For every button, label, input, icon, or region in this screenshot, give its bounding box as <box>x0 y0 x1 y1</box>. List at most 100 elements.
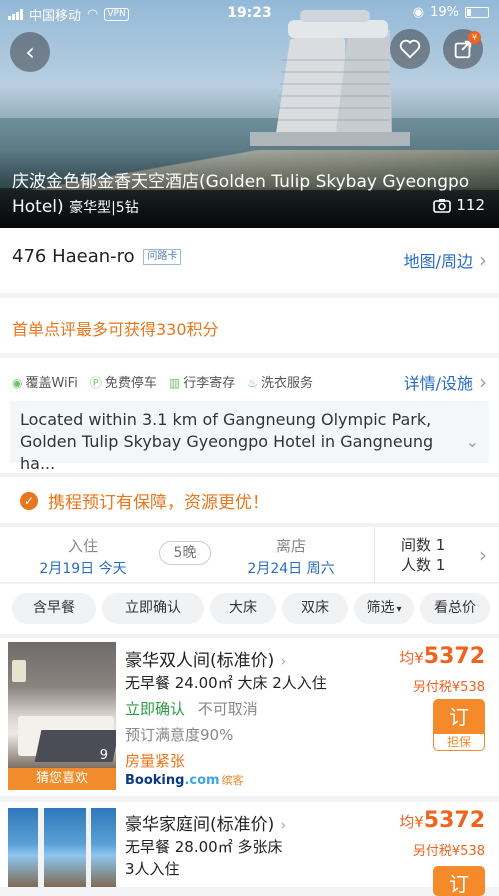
room-detail: 无早餐 28.00㎡ 多张床 <box>125 838 283 856</box>
provider-cn: 缤客 <box>221 774 244 787</box>
hotel-name: 庆波金色郁金香天空酒店(Golden Tulip Skybay Gyeongpo… <box>12 170 482 221</box>
facility-list: ◉ 覆盖WiFi Ⓟ 免费停车 ▥ 行李寄存 ♨ 洗衣服务 <box>12 372 313 391</box>
satisfaction-rate: 预订满意度90% <box>125 726 234 744</box>
price-value: 5372 <box>423 644 485 669</box>
provider-name: Booking <box>125 773 185 788</box>
lamp-shape <box>12 660 26 682</box>
room-name-text: 豪华家庭间(标准价) <box>125 815 275 835</box>
camera-icon <box>433 198 452 213</box>
filter-total-price[interactable]: 看总价 <box>420 593 490 624</box>
recommend-badge: 猜您喜欢 <box>8 768 116 790</box>
filter-breakfast[interactable]: 含早餐 <box>12 593 96 624</box>
window-frame <box>86 808 91 887</box>
nights-count: 5晚 <box>159 541 211 565</box>
room-name[interactable]: 豪华家庭间(标准价) › <box>125 810 286 835</box>
room-name-text: 豪华双人间(标准价) <box>125 651 275 671</box>
guests-count: 人数 1 <box>401 556 446 574</box>
battery-icon <box>465 7 489 18</box>
room-card[interactable]: 豪华家庭间(标准价) › 无早餐 28.00㎡ 多张床 3人入住 均¥5372 另… <box>0 802 499 896</box>
book-label: 订 <box>449 872 469 896</box>
book-label: 订 <box>449 705 469 729</box>
room-price: 均¥5372 <box>399 644 485 669</box>
description-line-2-row: Golden Tulip Skybay Gyeongpo Hotel in Ga… <box>20 431 479 475</box>
rooms-guests-text: 间数 1 人数 1 <box>401 535 445 575</box>
map-link-label: 地图/周边 <box>403 252 473 271</box>
review-promo[interactable]: 首单点评最多可获得330积分 <box>0 298 499 353</box>
checkout-label: 离店 <box>275 537 306 555</box>
room-policy: 立即确认 不可取消 <box>125 698 258 719</box>
book-button[interactable]: 订 担保 <box>433 699 485 751</box>
room-detail: 无早餐 24.00㎡ 大床 2人入住 <box>125 674 327 692</box>
filter-big-bed[interactable]: 大床 <box>210 593 276 624</box>
photo-count[interactable]: 112 <box>433 196 485 214</box>
filter-instant-confirm[interactable]: 立即确认 <box>102 593 204 624</box>
cancel-policy: 不可取消 <box>197 700 258 718</box>
chevron-right-icon: › <box>479 248 487 272</box>
rooms-count: 间数 1 <box>401 536 446 554</box>
battery-percent: 19% <box>430 5 459 20</box>
laundry-icon: ♨ <box>247 376 258 390</box>
filter-twin-bed[interactable]: 双床 <box>282 593 348 624</box>
facility-wifi: ◉ 覆盖WiFi <box>12 376 78 391</box>
facility-parking: Ⓟ 免费停车 <box>89 376 157 391</box>
photo-count-value: 112 <box>456 196 485 214</box>
book-button[interactable]: 订 <box>433 866 485 896</box>
share-badge: ¥ <box>468 31 481 44</box>
checkin-value: 2月19日 今天 <box>39 561 127 577</box>
date-selector: 入住 2月19日 今天 5晚 离店 2月24日 周六 间数 1 人数 1 › <box>0 527 499 583</box>
checkin-date[interactable]: 入住 2月19日 今天 <box>28 535 138 578</box>
back-button[interactable]: ‹ <box>10 32 50 72</box>
price-prefix: 均¥ <box>399 813 424 831</box>
share-button[interactable]: ¥ <box>443 29 483 69</box>
room-photo[interactable] <box>8 808 116 887</box>
stock-warning: 房量紧张 <box>125 752 186 770</box>
chevron-right-icon: › <box>479 370 487 394</box>
checkout-value: 2月24日 周六 <box>247 561 335 577</box>
map-link[interactable]: 地图/周边 › <box>404 248 487 272</box>
guarantee-text: 携程预订有保障，资源更优！ <box>48 493 269 513</box>
guarantee-banner: ✓ 携程预订有保障，资源更优！ <box>0 477 499 523</box>
address: 476 Haean-ro 问路卡 <box>12 246 182 267</box>
check-circle-icon: ✓ <box>20 491 38 510</box>
instant-confirm-label: 立即确认 <box>125 700 186 718</box>
filter-more[interactable]: 筛选 ▾ <box>354 593 414 624</box>
chevron-down-icon: ⌄ <box>465 432 479 451</box>
promo-text: 首单点评最多可获得330积分 <box>12 320 219 339</box>
status-right: ◉ 19% <box>413 5 489 20</box>
facility-luggage: ▥ 行李寄存 <box>168 376 236 391</box>
guarantee-label: 担保 <box>434 734 484 750</box>
chevron-down-icon: ▾ <box>396 604 402 615</box>
room-photo[interactable]: 9 猜您喜欢 <box>8 642 116 790</box>
hotel-description[interactable]: Located within 3.1 km of Gangneung Olymp… <box>10 401 489 473</box>
direction-card-tag[interactable]: 问路卡 <box>143 249 182 265</box>
chevron-right-icon: › <box>280 816 287 834</box>
tax-note: 另付税¥538 <box>412 844 485 859</box>
checkout-date[interactable]: 离店 2月24日 周六 <box>236 535 346 578</box>
description-line-2: Golden Tulip Skybay Gyeongpo Hotel in Ga… <box>20 432 434 473</box>
details-link[interactable]: 详情/设施 › <box>404 370 487 394</box>
hotel-hero-image[interactable]: 中国移动 ◠ VPN 19:23 ◉ 19% ‹ ¥ 庆波金色郁金香天空酒店(G… <box>0 0 499 228</box>
filter-more-label: 筛选 <box>366 600 395 616</box>
facility-laundry: ♨ 洗衣服务 <box>247 376 313 391</box>
rotation-lock-icon: ◉ <box>412 5 425 20</box>
chevron-right-icon: › <box>479 543 487 567</box>
heart-icon <box>399 39 421 59</box>
wifi-icon: ◉ <box>12 376 23 390</box>
price-value: 5372 <box>423 808 485 833</box>
room-name[interactable]: 豪华双人间(标准价) › <box>125 646 286 671</box>
details-link-label: 详情/设施 <box>403 374 473 393</box>
window-frame <box>38 808 44 887</box>
provider-logo: Booking.com 缤客 <box>125 772 244 788</box>
rooms-guests-selector[interactable]: 间数 1 人数 1 › <box>374 527 499 583</box>
facilities-section: ◉ 覆盖WiFi Ⓟ 免费停车 ▥ 行李寄存 ♨ 洗衣服务 详情/设施 › Locate… <box>0 358 499 473</box>
address-row: 476 Haean-ro 问路卡 地图/周边 › <box>0 228 499 293</box>
room-card[interactable]: 9 猜您喜欢 豪华双人间(标准价) › 无早餐 24.00㎡ 大床 2人入住 立即… <box>0 638 499 796</box>
parking-icon: Ⓟ <box>89 376 102 390</box>
room-price: 均¥5372 <box>399 808 485 833</box>
room-occupancy: 3人入住 <box>125 860 180 878</box>
tax-note: 另付税¥538 <box>412 680 485 695</box>
address-text: 476 Haean-ro <box>12 246 135 267</box>
checkin-label: 入住 <box>67 537 98 555</box>
favorite-button[interactable] <box>390 29 430 69</box>
description-line-1: Located within 3.1 km of Gangneung Olymp… <box>20 410 432 429</box>
